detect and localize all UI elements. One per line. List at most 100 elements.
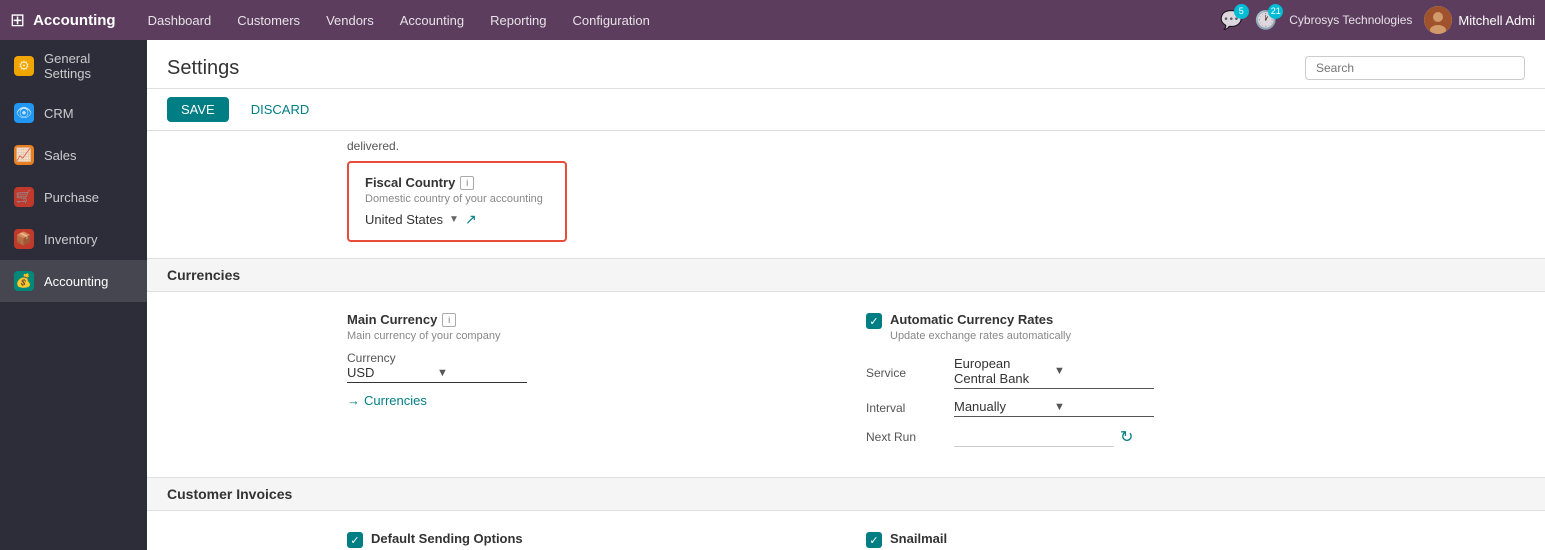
customer-invoices-grid: Default Sending Options Those options wi… [147,511,1545,550]
top-navigation: ⊞ Accounting Dashboard Customers Vendors… [0,0,1545,40]
default-sending-checkbox[interactable] [347,532,363,548]
default-sending-label: Default Sending Options [371,531,768,546]
menu-reporting[interactable]: Reporting [478,7,558,34]
currency-value: USD [347,365,437,380]
sidebar-item-sales[interactable]: 📈 Sales [0,134,147,176]
default-sending-col: Default Sending Options Those options wi… [347,531,826,550]
auto-currency-checkbox[interactable] [866,313,882,329]
service-row: Service European Central Bank ▼ [866,356,1345,389]
service-dropdown-arrow: ▼ [1054,365,1154,377]
chat-badge: 5 [1234,4,1249,19]
currency-dropdown-arrow: ▼ [437,367,527,379]
currency-dropdown[interactable]: USD ▼ [347,365,527,383]
currencies-link-label: Currencies [364,393,427,408]
fiscal-country-value-row: United States ▼ ↗ [365,211,549,228]
purchase-icon: 🛒 [14,187,34,207]
auto-currency-label: Automatic Currency Rates [890,312,1071,327]
next-run-input-row: ↻ [954,427,1345,447]
sidebar-item-sales-label: Sales [44,148,77,163]
auto-currency-col: Automatic Currency Rates Update exchange… [866,312,1345,457]
sidebar-item-accounting-label: Accounting [44,274,108,289]
apps-grid-icon[interactable]: ⊞ [10,10,25,31]
main-currency-label: Main Currency i [347,312,826,327]
topnav-right-area: 💬 5 🕐 21 Cybrosys Technologies Mitchell … [1220,6,1535,34]
sidebar-item-purchase-label: Purchase [44,190,99,205]
sidebar-item-general-settings-label: General Settings [44,51,133,81]
fiscal-country-hint: Domestic country of your accounting [365,193,549,205]
menu-configuration[interactable]: Configuration [560,7,661,34]
service-label: Service [866,366,946,380]
next-run-label: Next Run [866,430,946,444]
inventory-icon: 📦 [14,229,34,249]
user-name: Mitchell Admi [1458,13,1535,28]
main-currency-desc: Main currency of your company [347,330,826,342]
fiscal-country-ext-link[interactable]: ↗ [465,211,477,228]
interval-label: Interval [866,401,946,415]
app-brand: Accounting [33,12,116,29]
sidebar-item-purchase[interactable]: 🛒 Purchase [0,176,147,218]
page-title: Settings [167,57,239,80]
menu-vendors[interactable]: Vendors [314,7,386,34]
sidebar-item-crm[interactable]: 👁 CRM [0,92,147,134]
main-currency-info-icon[interactable]: i [442,313,456,327]
general-settings-icon: ⚙ [14,56,34,76]
search-input[interactable] [1305,56,1525,80]
main-layout: ⚙ General Settings 👁 CRM 📈 Sales 🛒 Purch… [0,40,1545,550]
fiscal-country-label: Fiscal Country i [365,175,549,190]
interval-value: Manually [954,399,1054,414]
top-menu: Dashboard Customers Vendors Accounting R… [136,7,1221,34]
currencies-section-header: Currencies [147,258,1545,292]
snailmail-header: Snailmail Send invoices and payment foll… [866,531,1345,550]
currencies-settings-grid: Main Currency i Main currency of your co… [147,292,1545,477]
currencies-link[interactable]: → Currencies [347,393,826,408]
interval-dropdown[interactable]: Manually ▼ [954,399,1154,417]
sidebar-item-crm-label: CRM [44,106,74,121]
save-button[interactable]: SAVE [167,97,229,122]
menu-dashboard[interactable]: Dashboard [136,7,224,34]
menu-customers[interactable]: Customers [225,7,312,34]
snailmail-label: Snailmail [890,531,1116,546]
next-run-refresh-icon[interactable]: ↻ [1120,427,1133,447]
auto-currency-header: Automatic Currency Rates Update exchange… [866,312,1345,350]
snailmail-col: Snailmail Send invoices and payment foll… [866,531,1345,550]
fiscal-country-dropdown-arrow[interactable]: ▼ [449,214,459,225]
next-run-row: Next Run ↻ [866,427,1345,447]
fiscal-country-value: United States [365,212,443,227]
main-currency-col: Main Currency i Main currency of your co… [347,312,826,457]
customer-invoices-section-header: Customer Invoices [147,477,1545,511]
service-value: European Central Bank [954,356,1054,386]
user-avatar [1424,6,1452,34]
currency-dropdown-row: Currency USD ▼ [347,350,826,383]
auto-currency-desc: Update exchange rates automatically [890,330,1071,342]
currencies-link-arrow: → [347,393,360,408]
fiscal-country-section: Fiscal Country i Domestic country of you… [147,161,1545,258]
activity-icon-button[interactable]: 🕐 21 [1255,10,1277,31]
currency-row-label: Currency [347,351,396,365]
snailmail-checkbox[interactable] [866,532,882,548]
user-menu[interactable]: Mitchell Admi [1424,6,1535,34]
default-sending-header: Default Sending Options Those options wi… [347,531,826,550]
menu-accounting[interactable]: Accounting [388,7,476,34]
sidebar-item-general-settings[interactable]: ⚙ General Settings [0,40,147,92]
discard-button[interactable]: DISCARD [237,97,324,122]
sidebar-item-inventory-label: Inventory [44,232,97,247]
settings-header: Settings [147,40,1545,89]
main-content: Settings SAVE DISCARD delivered. Fiscal … [147,40,1545,550]
service-dropdown[interactable]: European Central Bank ▼ [954,356,1154,389]
sales-icon: 📈 [14,145,34,165]
interval-row: Interval Manually ▼ [866,399,1345,417]
sidebar-item-inventory[interactable]: 📦 Inventory [0,218,147,260]
activity-badge: 21 [1268,4,1283,19]
sidebar: ⚙ General Settings 👁 CRM 📈 Sales 🛒 Purch… [0,40,147,550]
company-name: Cybrosys Technologies [1289,13,1412,27]
content-area: delivered. Fiscal Country i Domestic cou… [147,131,1545,550]
fiscal-country-info-icon[interactable]: i [460,176,474,190]
interval-dropdown-arrow: ▼ [1054,401,1154,413]
next-run-date-input[interactable] [954,427,1114,447]
crm-icon: 👁 [14,103,34,123]
chat-icon-button[interactable]: 💬 5 [1220,10,1242,31]
delivered-text: delivered. [147,131,1545,161]
accounting-icon: 💰 [14,271,34,291]
sidebar-item-accounting[interactable]: 💰 Accounting [0,260,147,302]
toolbar: SAVE DISCARD [147,89,1545,131]
